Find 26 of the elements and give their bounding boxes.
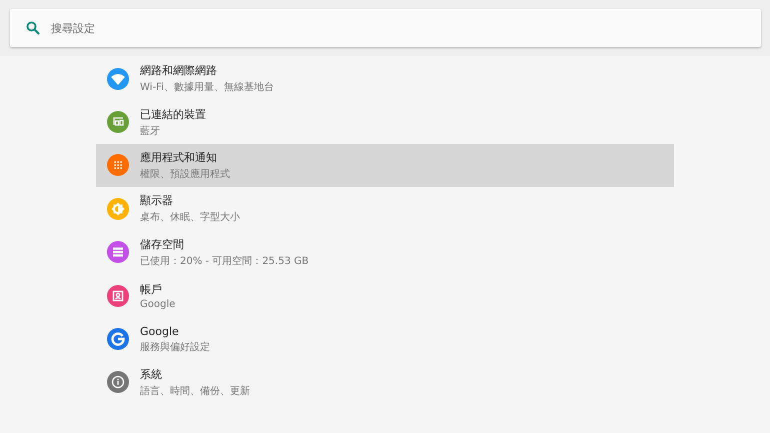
item-subtitle: Google <box>140 298 176 310</box>
item-subtitle: Wi-Fi、數據用量、無線基地台 <box>140 80 274 94</box>
item-subtitle: 桌布、休眠、字型大小 <box>140 210 240 224</box>
settings-item[interactable]: 應用程式和通知 權限、預設應用程式 <box>96 144 674 188</box>
item-subtitle: 服務與偏好設定 <box>140 340 210 354</box>
settings-item[interactable]: 顯示器 桌布、休眠、字型大小 <box>96 187 674 231</box>
item-subtitle: 已使用：20% - 可用空間：25.53 GB <box>140 254 309 268</box>
search-icon <box>26 21 40 35</box>
settings-item[interactable]: Google 服務與偏好設定 <box>96 317 674 361</box>
item-subtitle: 藍牙 <box>140 124 161 138</box>
settings-item[interactable]: 已連結的裝置 藍牙 <box>96 100 674 144</box>
item-subtitle: 語言、時間、備份、更新 <box>140 384 250 398</box>
item-subtitle: 權限、預設應用程式 <box>140 168 230 181</box>
item-title: 已連結的裝置 <box>140 106 206 122</box>
item-title: 應用程式和通知 <box>140 150 218 165</box>
search-field[interactable]: 搜尋設定 <box>10 9 761 47</box>
item-title: 系統 <box>140 366 163 382</box>
item-title: Google <box>140 324 180 338</box>
settings-item[interactable]: 系統 語言、時間、備份、更新 <box>96 360 674 404</box>
item-title: 帳戶 <box>140 282 163 297</box>
item-title: 網路和網際網路 <box>140 63 218 78</box>
settings-item[interactable]: 帳戶 Google <box>96 274 674 318</box>
item-title: 儲存空間 <box>140 236 185 252</box>
settings-item[interactable]: 網路和網際網路 Wi-Fi、數據用量、無線基地台 <box>96 57 674 100</box>
item-title: 顯示器 <box>140 193 174 208</box>
settings-item[interactable]: 儲存空間 已使用：20% - 可用空間：25.53 GB <box>96 230 674 274</box>
